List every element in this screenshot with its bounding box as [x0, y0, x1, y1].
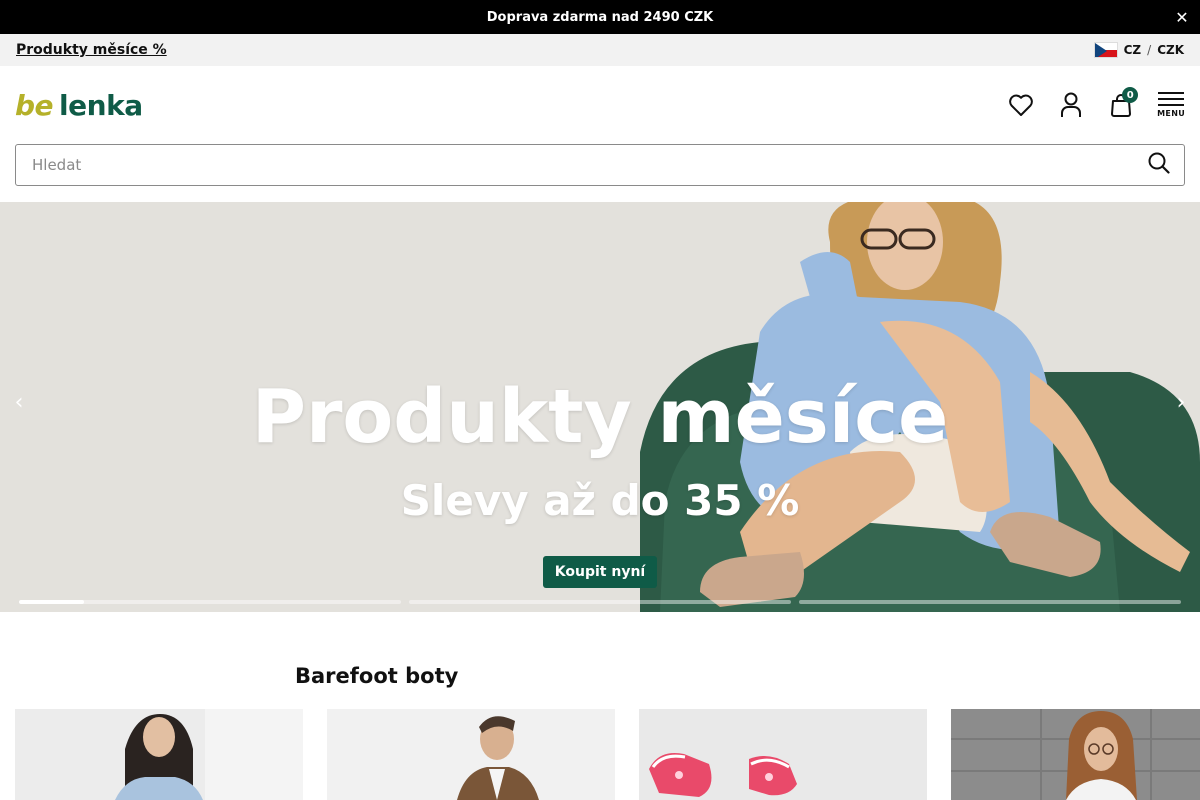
- cart-count-badge: 0: [1122, 87, 1139, 103]
- women-casual-card[interactable]: [951, 709, 1200, 800]
- slider-progress: [19, 600, 1181, 604]
- logo-lenka: lenka: [59, 88, 143, 122]
- shopping-bag-icon[interactable]: 0: [1107, 87, 1139, 119]
- hero-title: Produkty měsíce: [251, 374, 949, 460]
- menu-button[interactable]: MENU: [1157, 92, 1185, 118]
- search-input[interactable]: [32, 156, 1148, 174]
- close-icon[interactable]: ✕: [1172, 7, 1192, 27]
- currency-code: CZK: [1157, 43, 1184, 57]
- hero-slider: Produkty měsíce Slevy až do 35 % Koupit …: [0, 202, 1200, 612]
- site-header: be lenka 0 MENU: [0, 66, 1200, 144]
- search-icon[interactable]: [1148, 152, 1170, 178]
- heart-icon[interactable]: [1007, 91, 1035, 119]
- user-icon[interactable]: [1057, 91, 1085, 119]
- czech-flag-icon: [1093, 42, 1118, 58]
- sub-bar: Produkty měsíce % CZ / CZK: [0, 34, 1200, 66]
- language-code: CZ: [1123, 43, 1142, 57]
- kids-shoes-card[interactable]: [639, 709, 927, 800]
- promo-bar: Doprava zdarma nad 2490 CZK ✕: [0, 0, 1200, 34]
- buy-now-button[interactable]: Koupit nyní: [543, 556, 657, 588]
- slide-progress-fill: [19, 600, 84, 604]
- locale-separator: /: [1147, 43, 1152, 57]
- slide-indicator[interactable]: [19, 600, 401, 604]
- slide-indicator[interactable]: [409, 600, 791, 604]
- chevron-right-icon[interactable]: ›: [1169, 390, 1193, 415]
- header-actions: 0 MENU: [1007, 87, 1185, 119]
- logo[interactable]: be lenka: [15, 89, 143, 122]
- search-bar: [15, 144, 1185, 186]
- chevron-left-icon[interactable]: ‹: [7, 390, 31, 415]
- women-shoes-card[interactable]: [15, 709, 303, 800]
- men-shoes-card[interactable]: [327, 709, 615, 800]
- promo-text: Doprava zdarma nad 2490 CZK: [486, 9, 714, 25]
- menu-label: MENU: [1157, 109, 1185, 118]
- locale-switcher[interactable]: CZ / CZK: [1093, 42, 1184, 58]
- hamburger-menu-icon: [1158, 92, 1185, 106]
- category-cards: [15, 709, 1200, 800]
- logo-be: be: [15, 88, 54, 122]
- section-title: Barefoot boty: [295, 664, 459, 688]
- monthly-products-link[interactable]: Produkty měsíce %: [16, 42, 167, 58]
- hero-subtitle: Slevy až do 35 %: [400, 476, 800, 525]
- slide-indicator[interactable]: [799, 600, 1181, 604]
